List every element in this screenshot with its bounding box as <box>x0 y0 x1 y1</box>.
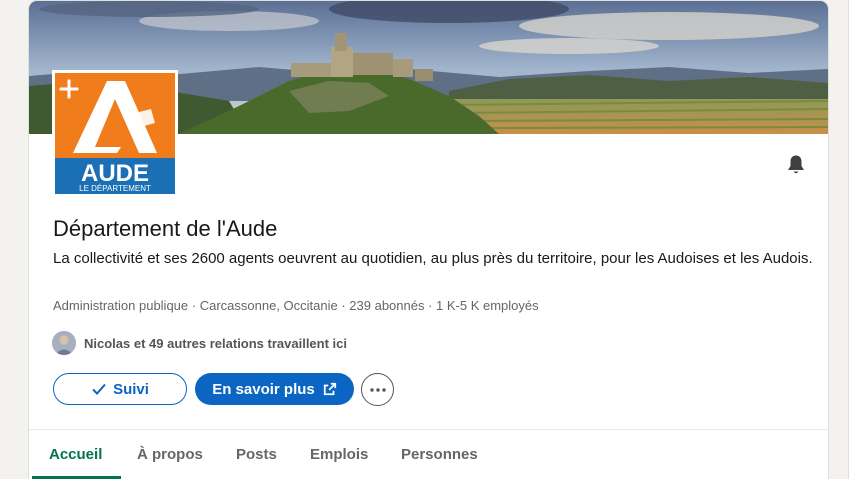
more-options-button[interactable] <box>361 373 394 406</box>
bell-icon <box>788 155 804 174</box>
company-name: Département de l'Aude <box>53 216 278 241</box>
industry: Administration publique <box>53 298 189 313</box>
avatar <box>52 331 76 355</box>
following-button[interactable]: Suivi <box>53 373 187 405</box>
company-description: La collectivité et ses 2600 agents oeuvr… <box>53 250 813 267</box>
learn-more-button[interactable]: En savoir plus <box>195 373 354 405</box>
logo-word: AUDE <box>81 160 149 187</box>
company-logo[interactable]: AUDE LE DÉPARTEMENT <box>52 70 178 197</box>
tab-posts[interactable]: Posts <box>236 446 277 463</box>
tabs-divider <box>29 429 828 430</box>
tab-jobs[interactable]: Emplois <box>310 446 368 463</box>
company-meta: Administration publique · Carcassonne, O… <box>53 298 539 313</box>
relations-text: Nicolas et 49 autres relations travaille… <box>84 335 348 351</box>
logo-subtitle: LE DÉPARTEMENT <box>79 184 151 193</box>
learn-more-label: En savoir plus <box>212 380 315 398</box>
aude-logo-image: AUDE LE DÉPARTEMENT <box>55 73 175 194</box>
adjacent-panel-edge <box>848 0 854 479</box>
notification-bell-button[interactable] <box>784 153 808 177</box>
company-card: AUDE LE DÉPARTEMENT Département de l'Aud… <box>29 1 828 479</box>
check-icon <box>92 383 106 395</box>
tab-about[interactable]: À propos <box>137 446 203 463</box>
location: Carcassonne, Occitanie <box>199 298 338 313</box>
tab-home[interactable]: Accueil <box>49 446 102 463</box>
tab-people[interactable]: Personnes <box>401 446 478 463</box>
external-link-icon <box>323 382 336 396</box>
employees-count[interactable]: 1 K-5 K employés <box>436 298 539 313</box>
ellipsis-icon <box>369 387 386 392</box>
following-label: Suivi <box>113 380 149 398</box>
relations-row[interactable]: Nicolas et 49 autres relations travaille… <box>52 330 347 356</box>
followers-count[interactable]: 239 abonnés <box>349 298 424 313</box>
